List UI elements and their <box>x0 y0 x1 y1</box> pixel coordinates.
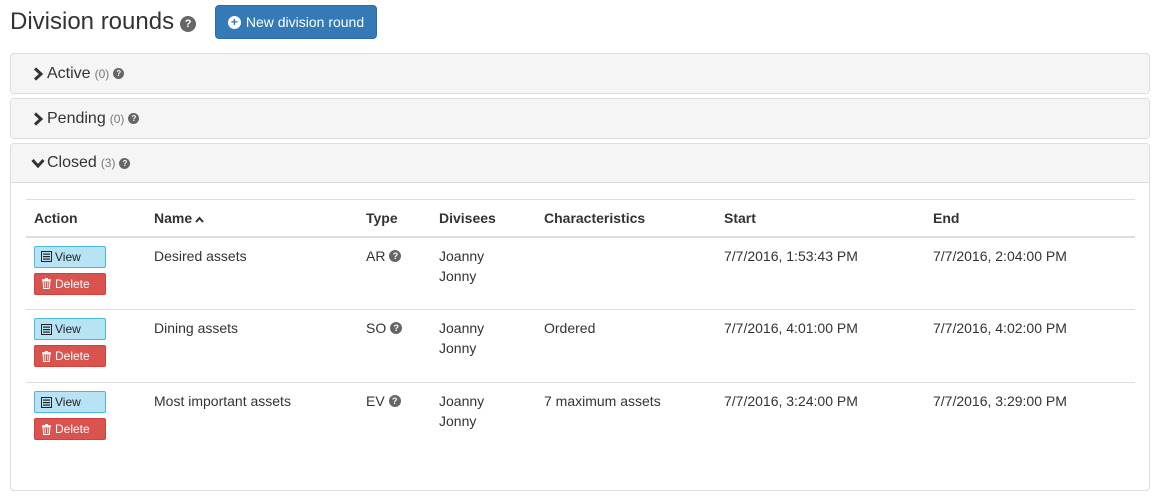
question-circle-icon[interactable]: ? <box>119 157 131 169</box>
chevron-right-icon <box>33 66 44 81</box>
panel-closed-heading[interactable]: Closed (3) ? <box>11 144 1149 183</box>
view-button[interactable]: View <box>34 245 106 268</box>
name-cell: Most important assets <box>154 393 291 409</box>
action-cell: View Delete <box>26 236 146 310</box>
view-button-label: View <box>55 249 81 264</box>
divisee-name: Joanny <box>439 247 485 264</box>
table-row: View Delete <box>26 309 1135 383</box>
column-header-name-label: Name <box>154 209 193 226</box>
start-cell: 7/7/2016, 3:24:00 PM <box>724 393 858 409</box>
question-circle-icon[interactable]: ? <box>180 16 197 32</box>
end-cell: 7/7/2016, 3:29:00 PM <box>933 393 1067 409</box>
delete-button-label: Delete <box>55 276 90 291</box>
table-header-row: Action Name Type Divisees Characteristic… <box>26 199 1135 238</box>
trash-icon <box>42 350 51 362</box>
end-cell: 7/7/2016, 2:04:00 PM <box>925 236 1135 310</box>
question-circle-icon[interactable]: ? <box>113 68 125 79</box>
view-button-label: View <box>55 395 81 409</box>
type-cell: SO ? <box>358 309 431 383</box>
delete-button-label: Delete <box>55 422 90 436</box>
question-circle-icon[interactable]: ? <box>128 113 140 124</box>
characteristics-cell: 7 maximum assets <box>544 393 661 409</box>
panel-pending: Pending (0) ? <box>10 98 1150 139</box>
column-header-end[interactable]: End <box>925 199 1135 238</box>
table-row: View Delete <box>26 383 1135 456</box>
delete-button-label: Delete <box>55 349 90 363</box>
table-row: View Delete <box>26 236 1135 310</box>
panel-active: Active (0) ? <box>10 53 1150 94</box>
view-button-label: View <box>55 322 81 336</box>
end-cell: 7/7/2016, 4:02:00 PM <box>925 309 1135 383</box>
divisee-name: Jonny <box>439 340 477 356</box>
list-alt-icon <box>41 396 52 408</box>
panel-active-heading[interactable]: Active (0) ? <box>11 54 1149 93</box>
page-header: Division rounds ? <box>10 5 197 39</box>
list-alt-icon <box>41 251 52 262</box>
divisees-cell: Joanny Jonny <box>431 383 536 456</box>
start-cell: 7/7/2016, 4:01:00 PM <box>716 309 925 383</box>
panel-pending-title: Pending <box>47 109 106 127</box>
delete-button[interactable]: Delete <box>34 418 106 440</box>
action-cell: View Delete <box>26 383 146 456</box>
panel-closed-title: Closed <box>47 154 97 171</box>
new-division-round-button[interactable]: + New division round <box>215 5 377 39</box>
divisee-name: Joanny <box>439 320 485 336</box>
question-circle-icon[interactable]: ? <box>389 249 402 262</box>
name-cell: Desired assets <box>146 236 358 310</box>
delete-button[interactable]: Delete <box>34 345 106 367</box>
panel-pending-heading[interactable]: Pending (0) ? <box>11 99 1149 138</box>
view-button[interactable]: View <box>34 391 106 413</box>
division-rounds-table-wrap: Action Name Type Divisees Characteristic… <box>26 199 1135 456</box>
divisees-cell: Joanny Jonny <box>431 309 536 383</box>
page-title: Division rounds <box>10 8 175 35</box>
type-cell: EV ? <box>358 383 431 456</box>
divisee-name: Jonny <box>439 413 477 429</box>
type-cell: AR ? <box>358 236 431 310</box>
division-rounds-page: Division rounds ? + New division round A… <box>0 0 1154 497</box>
delete-button[interactable]: Delete <box>34 272 106 295</box>
panel-active-count: (0) <box>94 66 110 81</box>
column-header-start[interactable]: Start <box>716 199 925 238</box>
plus-circle-icon: + <box>227 15 241 29</box>
view-button[interactable]: View <box>34 318 106 340</box>
question-circle-icon[interactable]: ? <box>388 395 401 407</box>
action-cell: View Delete <box>26 309 146 383</box>
panel-pending-count: (0) <box>109 111 125 126</box>
trash-icon <box>42 423 51 435</box>
panel-closed: Closed (3) ? Action Name Type Divisees C… <box>10 143 1150 491</box>
divisee-name: Joanny <box>439 393 485 409</box>
name-cell: Dining assets <box>146 309 358 383</box>
column-header-name[interactable]: Name <box>146 199 358 238</box>
column-header-action: Action <box>26 199 146 238</box>
type-value: EV <box>366 393 385 409</box>
type-value: AR <box>366 247 386 264</box>
type-value: SO <box>366 320 387 336</box>
start-cell: 7/7/2016, 1:53:43 PM <box>716 236 925 310</box>
question-circle-icon[interactable]: ? <box>390 322 403 334</box>
divisee-name: Jonny <box>439 267 477 284</box>
trash-icon <box>42 278 51 289</box>
list-alt-icon <box>41 323 52 335</box>
column-header-characteristics[interactable]: Characteristics <box>536 199 716 238</box>
characteristics-cell <box>536 236 716 310</box>
division-rounds-table: Action Name Type Divisees Characteristic… <box>26 199 1135 456</box>
column-header-type[interactable]: Type <box>358 199 431 238</box>
column-header-divisees[interactable]: Divisees <box>431 199 536 238</box>
new-division-round-label: New division round <box>245 14 365 30</box>
characteristics-cell: Ordered <box>536 309 716 383</box>
panel-closed-count: (3) <box>100 156 116 170</box>
panel-active-title: Active <box>47 64 91 82</box>
chevron-up-icon <box>195 216 204 223</box>
chevron-down-icon <box>31 158 45 169</box>
chevron-right-icon <box>33 111 44 126</box>
divisees-cell: Joanny Jonny <box>431 236 536 310</box>
